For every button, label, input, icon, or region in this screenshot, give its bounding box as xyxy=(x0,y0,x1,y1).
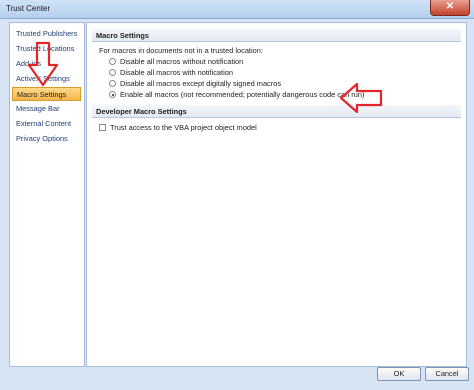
title-bar: Trust Center ✕ xyxy=(0,0,474,19)
sidebar-item-trusted-publishers[interactable]: Trusted Publishers xyxy=(12,27,81,41)
sidebar-item-privacy-options[interactable]: Privacy Options xyxy=(12,132,81,146)
developer-macro-settings-header: Developer Macro Settings xyxy=(92,105,461,118)
trust-vba-label[interactable]: Trust access to the VBA project object m… xyxy=(110,123,257,132)
macro-settings-header: Macro Settings xyxy=(92,29,461,42)
radio-enable-all-macros[interactable] xyxy=(109,91,116,98)
radio-disable-no-notification[interactable] xyxy=(109,58,116,65)
sidebar-item-external-content[interactable]: External Content xyxy=(12,117,81,131)
option-label-enable-all-macros[interactable]: Enable all macros (not recommended; pote… xyxy=(120,90,364,99)
settings-panel: Macro Settings For macros in documents n… xyxy=(86,22,467,367)
macro-settings-intro: For macros in documents not in a trusted… xyxy=(99,46,263,55)
close-button[interactable]: ✕ xyxy=(430,0,470,16)
close-icon: ✕ xyxy=(445,1,455,12)
option-label-disable-no-notification[interactable]: Disable all macros without notification xyxy=(120,57,243,66)
sidebar-item-message-bar[interactable]: Message Bar xyxy=(12,102,81,116)
ok-button[interactable]: OK xyxy=(377,367,421,381)
trust-vba-checkbox[interactable] xyxy=(99,124,106,131)
radio-disable-with-notification[interactable] xyxy=(109,69,116,76)
cancel-button[interactable]: Cancel xyxy=(425,367,469,381)
option-label-disable-with-notification[interactable]: Disable all macros with notification xyxy=(120,68,233,77)
sidebar-item-macro-settings[interactable]: Macro Settings xyxy=(12,87,81,101)
window-title: Trust Center xyxy=(6,4,51,13)
option-label-disable-except-signed[interactable]: Disable all macros except digitally sign… xyxy=(120,79,281,88)
radio-disable-except-signed[interactable] xyxy=(109,80,116,87)
down-arrow-annotation xyxy=(27,41,59,87)
left-arrow-annotation xyxy=(339,82,383,114)
